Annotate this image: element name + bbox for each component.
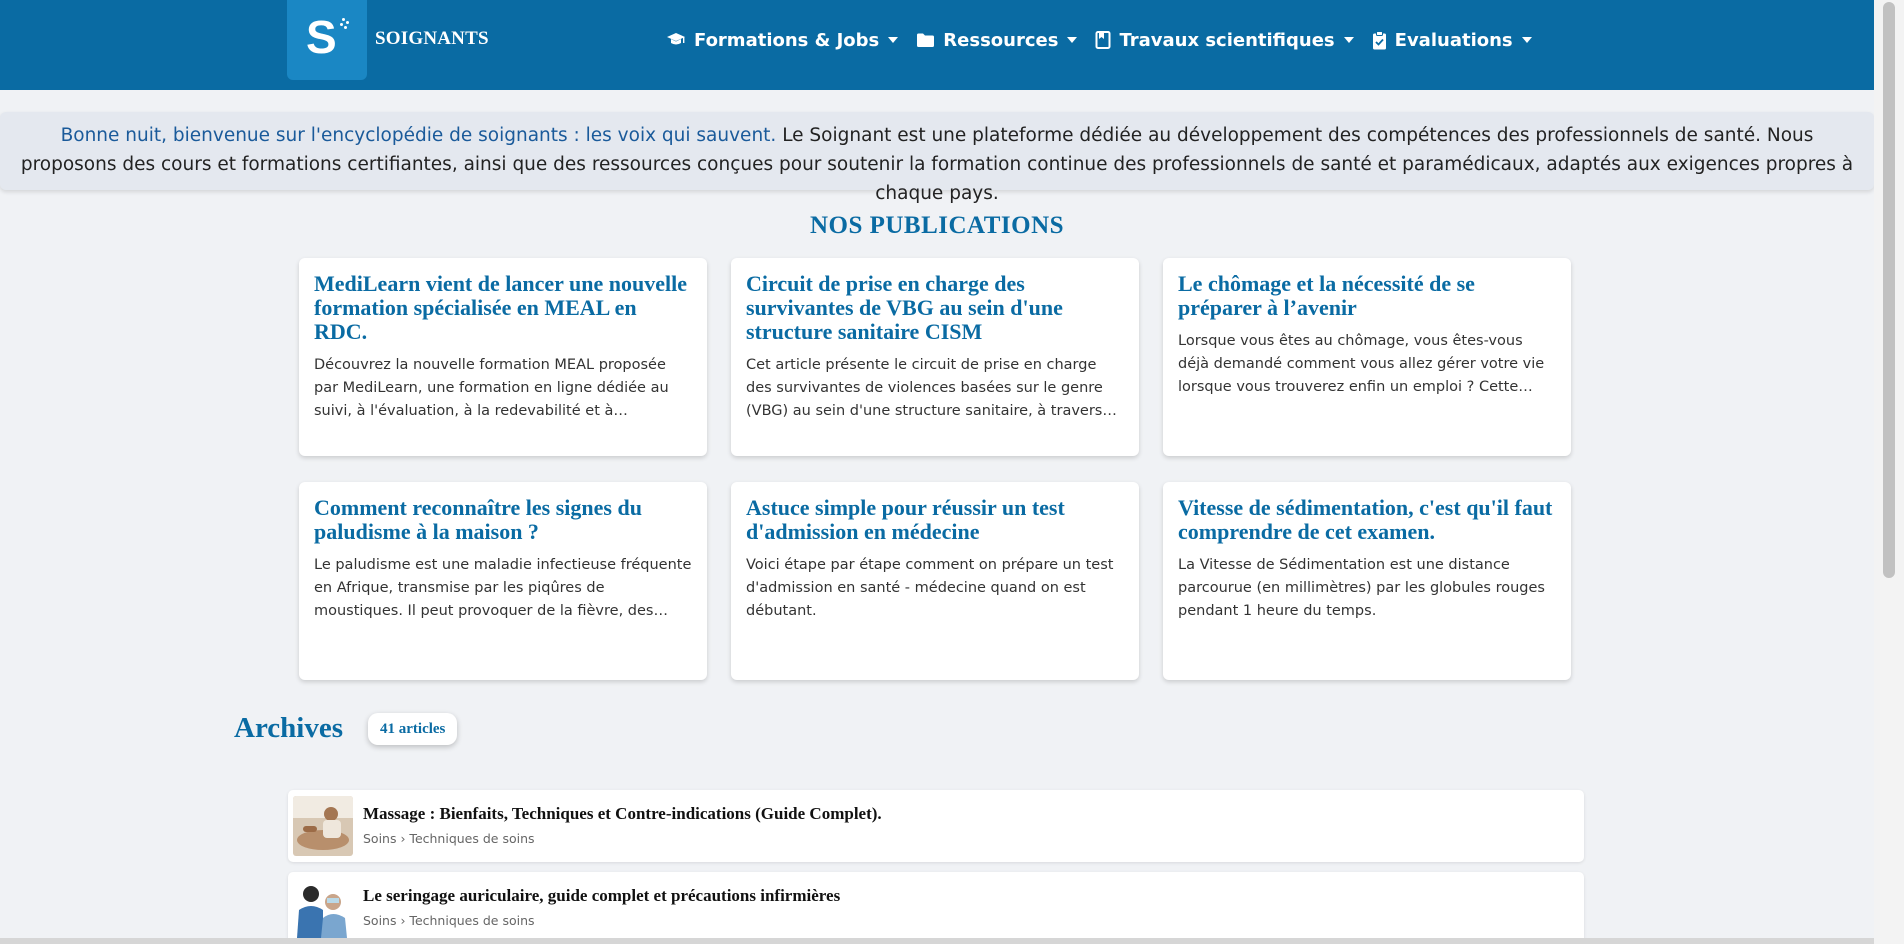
archive-item-title[interactable]: Massage : Bienfaits, Techniques et Contr… [363, 804, 882, 824]
archive-item-breadcrumb[interactable]: Soins › Techniques de soins [363, 913, 535, 928]
card-title[interactable]: Le chômage et la nécessité de se prépare… [1178, 272, 1556, 320]
page-viewport: S SOIGNANTS Formations & Jobs Ressources… [0, 0, 1874, 938]
archives-title: Archives [234, 712, 344, 744]
page-scrollbar[interactable] [1874, 0, 1904, 944]
publication-card[interactable]: Circuit de prise en charge des survivant… [731, 258, 1139, 456]
archive-list-item[interactable]: Massage : Bienfaits, Techniques et Contr… [288, 790, 1584, 862]
nav-ressources-label: Ressources [943, 29, 1059, 51]
card-description: Découvrez la nouvelle formation MEAL pro… [314, 357, 669, 419]
card-title[interactable]: Astuce simple pour réussir un test d'adm… [746, 496, 1124, 544]
chevron-down-icon [1521, 37, 1532, 43]
nav-formations-jobs-label: Formations & Jobs [694, 29, 880, 51]
publication-card[interactable]: MediLearn vient de lancer une nouvelle f… [299, 258, 707, 456]
archive-list-item[interactable]: Le seringage auriculaire, guide complet … [288, 872, 1584, 938]
card-description: La Vitesse de Sédimentation est une dist… [1178, 557, 1545, 619]
publication-card[interactable]: Astuce simple pour réussir un test d'adm… [731, 482, 1139, 680]
nav-evaluations[interactable]: Evaluations [1372, 30, 1532, 51]
bottom-edge [0, 938, 1874, 944]
logo-dots-icon [336, 18, 350, 32]
publication-card[interactable]: Comment reconnaître les signes du paludi… [299, 482, 707, 680]
nav-formations-jobs[interactable]: Formations & Jobs [666, 29, 899, 51]
nav-travaux-scientifiques[interactable]: Travaux scientifiques [1095, 29, 1354, 51]
card-title[interactable]: Vitesse de sédimentation, c'est qu'il fa… [1178, 496, 1556, 544]
main-nav: Formations & Jobs Ressources Travaux sci… [666, 26, 1550, 54]
chevron-down-icon [1067, 37, 1078, 43]
archive-item-breadcrumb[interactable]: Soins › Techniques de soins [363, 831, 535, 846]
folder-icon [917, 33, 935, 47]
card-title[interactable]: Comment reconnaître les signes du paludi… [314, 496, 692, 544]
nav-travaux-scientifiques-label: Travaux scientifiques [1119, 29, 1335, 51]
chevron-down-icon [1343, 37, 1354, 43]
site-logo[interactable]: S [287, 0, 367, 80]
top-navbar: S SOIGNANTS Formations & Jobs Ressources… [0, 0, 1874, 90]
card-description: Voici étape par étape comment on prépare… [746, 557, 1114, 619]
brand-name[interactable]: SOIGNANTS [375, 28, 489, 50]
graduation-cap-icon [667, 33, 685, 45]
archive-item-title[interactable]: Le seringage auriculaire, guide complet … [363, 886, 840, 906]
book-icon [1095, 31, 1111, 49]
logo-letter: S [306, 11, 337, 63]
clipboard-icon [1372, 30, 1386, 49]
card-description: Lorsque vous êtes au chômage, vous êtes-… [1178, 333, 1545, 395]
welcome-greeting: Bonne nuit, bienvenue sur l'encyclopédie… [60, 125, 777, 146]
publication-card[interactable]: Vitesse de sédimentation, c'est qu'il fa… [1163, 482, 1571, 680]
chevron-down-icon [888, 37, 899, 43]
card-description: Le paludisme est une maladie infectieuse… [314, 557, 692, 619]
nav-ressources[interactable]: Ressources [916, 29, 1078, 51]
article-thumbnail [293, 796, 353, 856]
archives-count-badge: 41 articles [368, 713, 458, 745]
article-thumbnail [293, 878, 353, 938]
welcome-banner: Bonne nuit, bienvenue sur l'encyclopédie… [0, 112, 1874, 204]
card-title[interactable]: Circuit de prise en charge des survivant… [746, 272, 1124, 344]
scrollbar-thumb[interactable] [1883, 2, 1895, 578]
card-description: Cet article présente le circuit de prise… [746, 357, 1103, 419]
publications-title: NOS PUBLICATIONS [809, 212, 1065, 239]
publication-card[interactable]: Le chômage et la nécessité de se prépare… [1163, 258, 1571, 456]
nav-evaluations-label: Evaluations [1394, 29, 1513, 51]
card-title[interactable]: MediLearn vient de lancer une nouvelle f… [314, 272, 692, 344]
